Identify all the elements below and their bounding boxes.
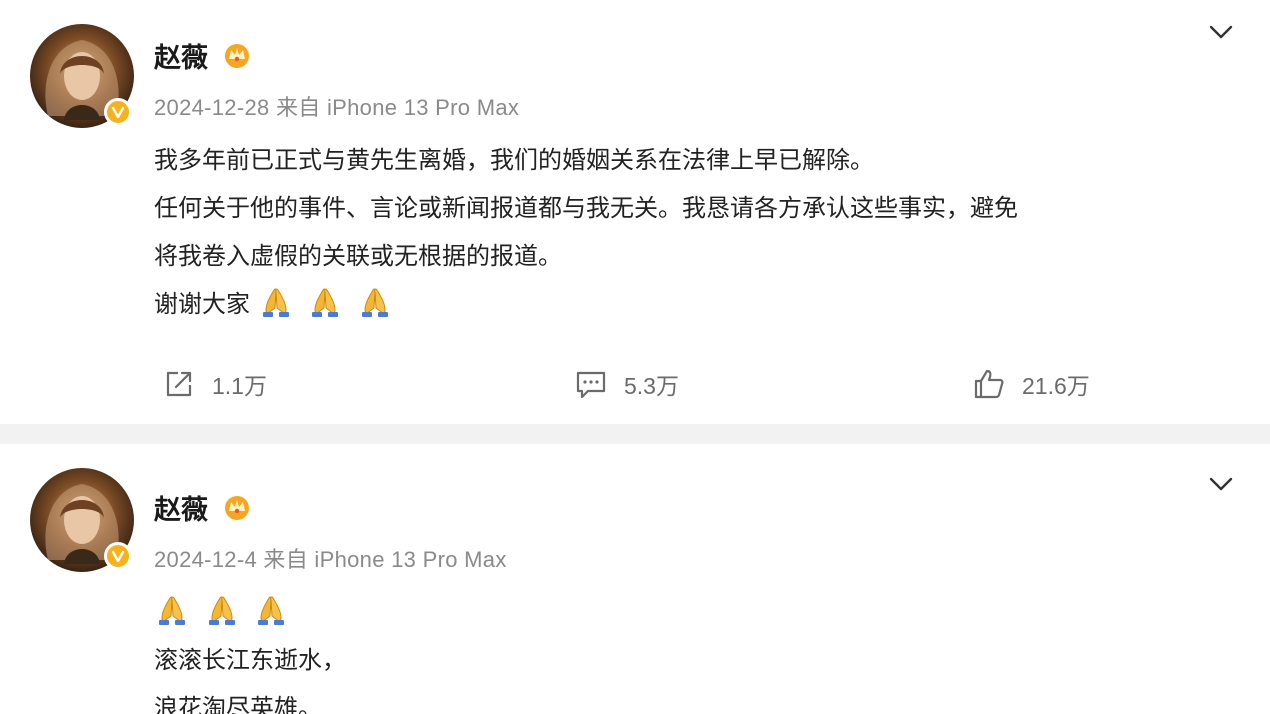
repost-count: 1.1万 <box>212 373 267 399</box>
crown-badge-icon <box>225 44 249 68</box>
post-body-line: 滚滚长江东逝水， <box>154 646 346 674</box>
pray-icon <box>262 288 289 317</box>
post-body-line: 我多年前已正式与黄先生离婚，我们的婚姻关系在法律上早已解除。 <box>154 146 874 174</box>
repost-button[interactable]: 1.1万 <box>162 358 267 410</box>
post-body-line: 将我卷入虚假的关联或无根据的报道。 <box>154 242 562 270</box>
repost-icon <box>166 371 192 397</box>
like-button[interactable]: 21.6万 <box>972 358 1090 410</box>
verified-badge-icon <box>104 98 132 126</box>
pray-icon <box>361 288 388 317</box>
pray-icon <box>208 596 235 625</box>
thumbs-up-icon <box>974 369 1004 399</box>
chevron-down-icon[interactable] <box>1208 24 1234 40</box>
post-body-line: 浪花淘尽英雄。 <box>154 694 322 714</box>
post-body-line-last: 谢谢大家 <box>154 280 1240 328</box>
post-source: 来自 iPhone 13 Pro Max <box>263 547 507 572</box>
verified-badge-icon <box>104 542 132 570</box>
post-body: 我多年前已正式与黄先生离婚，我们的婚姻关系在法律上早已解除。 任何关于他的事件、… <box>154 136 1240 328</box>
avatar[interactable] <box>30 468 134 572</box>
pray-icon <box>312 288 339 317</box>
post-actions: 1.1万 5.3万 21.6万 <box>0 358 1270 410</box>
comment-icon <box>576 371 606 399</box>
weibo-post: 赵薇 2024-12-28 来自 iPhone 13 Pro Max 我多年前已… <box>0 0 1270 424</box>
crown-badge-icon <box>225 496 249 520</box>
author-name[interactable]: 赵薇 <box>154 488 208 527</box>
pray-icon <box>159 596 185 625</box>
comment-button[interactable]: 5.3万 <box>574 358 679 410</box>
avatar[interactable] <box>30 24 134 128</box>
post-time[interactable]: 2024-12-28 <box>154 95 270 120</box>
author-name[interactable]: 赵薇 <box>154 36 208 75</box>
comment-count: 5.3万 <box>624 373 679 399</box>
weibo-post: 赵薇 2024-12-4 来自 iPhone 13 Pro Max 滚滚长江东逝… <box>0 444 1270 714</box>
post-meta: 2024-12-28 来自 iPhone 13 Pro Max <box>154 90 519 122</box>
like-count: 21.6万 <box>1022 373 1090 399</box>
post-meta: 2024-12-4 来自 iPhone 13 Pro Max <box>154 542 507 574</box>
post-source: 来自 iPhone 13 Pro Max <box>275 95 520 120</box>
post-body-line: 任何关于他的事件、言论或新闻报道都与我无关。我恳请各方承认这些事实，避免 <box>154 194 1018 222</box>
post-body: 滚滚长江东逝水， 浪花淘尽英雄。 <box>154 588 1240 714</box>
post-time[interactable]: 2024-12-4 <box>154 547 257 572</box>
chevron-down-icon[interactable] <box>1208 476 1234 492</box>
post-body-text: 谢谢大家 <box>154 290 250 318</box>
emoji-line <box>154 588 1240 636</box>
pray-icon <box>258 596 285 625</box>
